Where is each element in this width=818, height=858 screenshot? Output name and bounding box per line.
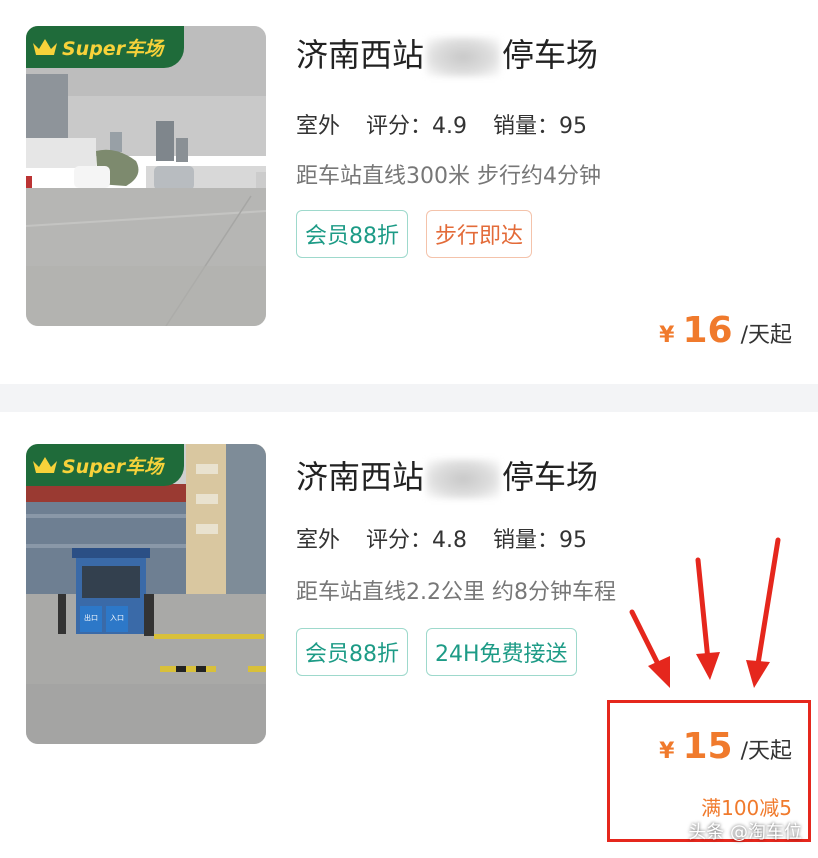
- rating-value: 4.8: [432, 528, 468, 553]
- price-value: 15: [682, 726, 733, 767]
- sales-value: 95: [559, 528, 588, 553]
- title-prefix: 济南西站: [296, 36, 425, 74]
- parking-listing-card[interactable]: Super车场 济南西站 停车场 室外 评分：4.9 销量：95 距车站直线300…: [0, 0, 818, 384]
- listing-title[interactable]: 济南西站 停车场: [296, 452, 598, 499]
- super-parking-badge: Super车场: [26, 26, 184, 68]
- price: ¥ 15 /天起: [659, 726, 792, 767]
- tag: 步行即达: [426, 210, 533, 258]
- super-parking-badge: Super车场: [26, 444, 184, 486]
- parking-lot-photo: 出口 入口: [26, 444, 266, 744]
- tag-list: 会员88折 步行即达: [296, 210, 533, 258]
- redacted-blur: [426, 37, 501, 77]
- booth-sign-left: 出口: [84, 613, 98, 622]
- currency-symbol: ¥: [659, 323, 675, 348]
- tag: 24H免费接送: [426, 628, 577, 676]
- badge-label: Super车场: [62, 455, 164, 478]
- sales: 销量：95: [493, 522, 587, 554]
- sales-label: 销量：: [493, 114, 560, 139]
- distance-info: 距车站直线2.2公里 约8分钟车程: [296, 580, 616, 605]
- price-value: 16: [682, 310, 733, 351]
- title-suffix: 停车场: [502, 458, 599, 496]
- rating-label: 评分：: [366, 528, 433, 553]
- tag-list: 会员88折 24H免费接送: [296, 628, 577, 676]
- tag: 会员88折: [296, 628, 408, 676]
- rating: 评分：4.9: [366, 108, 467, 140]
- listing-meta: 室外 评分：4.8 销量：95: [296, 522, 587, 558]
- distance-info: 距车站直线300米 步行约4分钟: [296, 164, 601, 189]
- rating: 评分：4.8: [366, 522, 467, 554]
- sales-value: 95: [559, 114, 588, 139]
- title-prefix: 济南西站: [296, 458, 425, 496]
- redacted-blur: [426, 459, 501, 499]
- crown-icon: [33, 39, 57, 55]
- title-suffix: 停车场: [502, 36, 599, 74]
- sales: 销量：95: [493, 108, 587, 140]
- rating-value: 4.9: [432, 114, 468, 139]
- currency-symbol: ¥: [659, 739, 675, 764]
- listing-photo[interactable]: 出口 入口 Super车场: [26, 444, 266, 744]
- discount-label: 满100减5: [701, 796, 792, 820]
- listing-meta: 室外 评分：4.9 销量：95: [296, 108, 587, 144]
- sales-label: 销量：: [493, 528, 560, 553]
- booth-sign-right: 入口: [110, 614, 124, 622]
- listing-title[interactable]: 济南西站 停车场: [296, 30, 598, 77]
- badge-label: Super车场: [62, 37, 164, 60]
- listing-photo[interactable]: Super车场: [26, 26, 266, 326]
- price-unit: /天起: [740, 323, 792, 348]
- lot-type: 室外: [296, 108, 343, 144]
- rating-label: 评分：: [366, 114, 433, 139]
- watermark: 头条 @淘车位: [688, 822, 802, 843]
- price: ¥ 16 /天起: [659, 310, 792, 351]
- price-unit: /天起: [740, 739, 792, 764]
- lot-type: 室外: [296, 522, 343, 558]
- crown-icon: [33, 457, 57, 473]
- parking-lot-photo: [26, 26, 266, 326]
- tag: 会员88折: [296, 210, 408, 258]
